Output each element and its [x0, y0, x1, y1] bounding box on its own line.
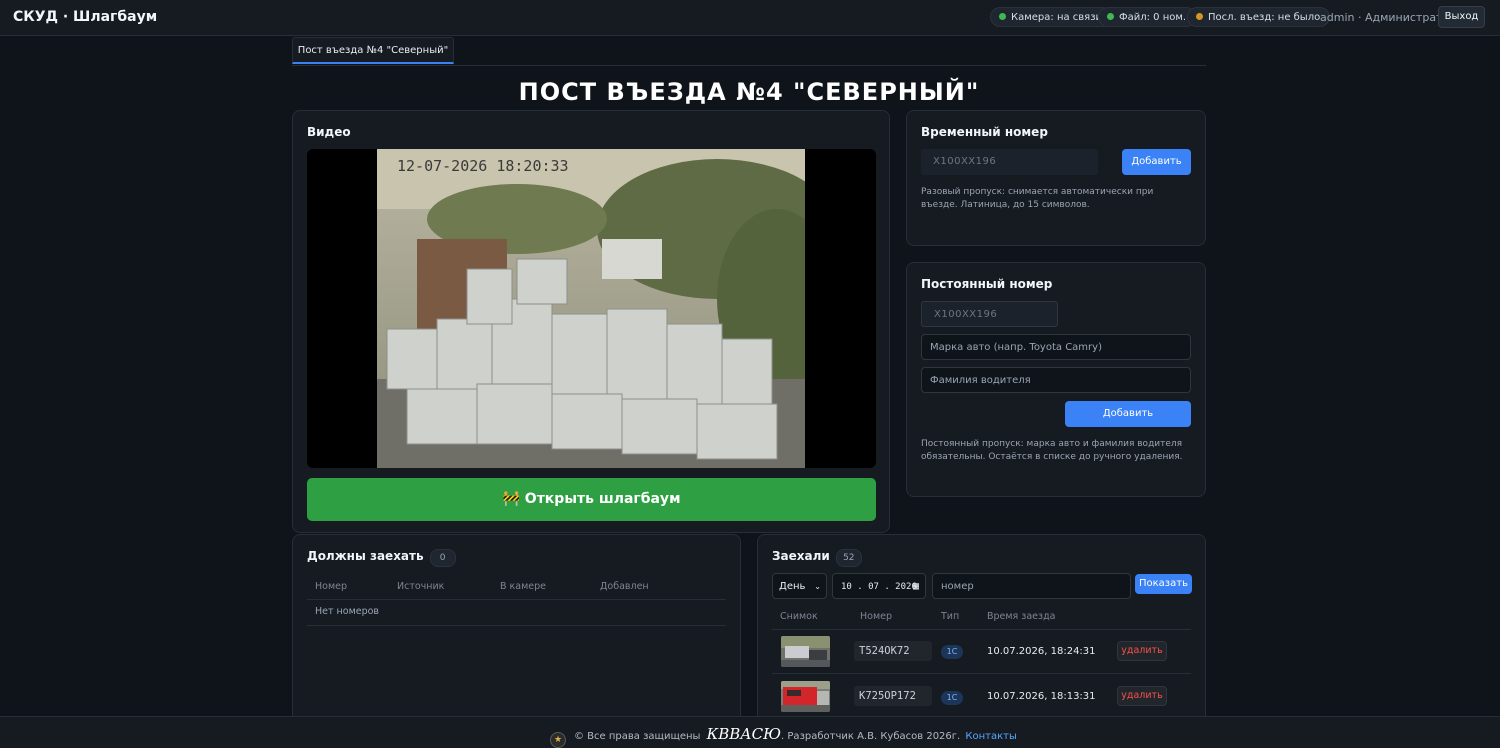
temporary-plate-hint: Разовый пропуск: снимается автоматически…	[921, 187, 1154, 210]
show-button[interactable]: Показать	[1135, 574, 1192, 594]
page-title: ПОСТ ВЪЕЗДА №4 "СЕВЕРНЫЙ"	[518, 78, 980, 106]
last-entry-status-badge: Посл. въезд: не было	[1187, 7, 1331, 27]
expected-title: Должны заехать 0	[307, 549, 456, 567]
column-header-type: Тип	[941, 611, 960, 622]
footer-rights: © Все права защищены	[574, 731, 701, 742]
file-status-badge: Файл: 0 ном.	[1098, 7, 1197, 27]
post-tabs: Пост въезда №4 "Северный"	[292, 37, 1206, 66]
expected-title-label: Должны заехать	[307, 549, 424, 563]
entered-count-badge: 52	[835, 549, 862, 567]
contacts-link[interactable]: Контакты	[965, 731, 1016, 742]
type-badge: 1C	[941, 645, 963, 659]
table-divider	[772, 673, 1191, 674]
expected-count-badge: 0	[429, 549, 456, 567]
date-input[interactable]: 10 . 07 . 2026 ▦	[832, 573, 926, 599]
table-divider	[772, 629, 1191, 630]
permanent-plate-card: Постоянный номер X100XX196 Марка авто (н…	[906, 262, 1206, 497]
entered-vehicles-card: Заехали 52 День ⌄ 10 . 07 . 2026 ▦ номер …	[757, 534, 1206, 724]
last-entry-status-label: Посл. въезд: не было	[1208, 12, 1321, 23]
status-dot-icon	[1107, 13, 1114, 20]
file-status-label: Файл: 0 ном.	[1119, 12, 1187, 23]
permanent-plate-hint: Постоянный пропуск: марка авто и фамилия…	[921, 439, 1183, 462]
expected-vehicles-card: Должны заехать 0 Номер Источник В камере …	[292, 534, 741, 724]
date-input-value: 10 . 07 . 2026	[841, 582, 917, 592]
table-divider	[307, 599, 726, 600]
entry-time: 10.07.2026, 18:24:31	[987, 646, 1096, 657]
user-label: admin · Администратор	[1320, 11, 1457, 24]
footer-logo: КВВАСЮ	[706, 725, 782, 743]
plate-search-input[interactable]: номер	[932, 573, 1131, 599]
camera-status-label: Камера: на связи	[1011, 12, 1103, 23]
temporary-plate-title: Временный номер	[921, 125, 1048, 139]
top-bar: СКУД · Шлагбаум Камера: на связи Файл: 0…	[0, 0, 1500, 36]
camera-timestamp: 12-07-2026 18:20:33	[397, 157, 569, 175]
video-player[interactable]: 12-07-2026 18:20:33	[307, 149, 876, 468]
app-title: СКУД · Шлагбаум	[13, 9, 158, 25]
chevron-down-icon: ⌄	[814, 582, 821, 591]
status-dot-icon	[999, 13, 1006, 20]
open-barrier-button[interactable]: 🚧 Открыть шлагбаум	[307, 478, 876, 521]
column-header-source: Источник	[397, 581, 445, 592]
period-select[interactable]: День ⌄	[772, 573, 827, 599]
add-temporary-plate-button[interactable]: Добавить	[1122, 149, 1191, 175]
column-header-in-camera: В камере	[500, 581, 546, 592]
temporary-plate-card: Временный номер X100XX196 Добавить Разов…	[906, 110, 1206, 246]
empty-list-message: Нет номеров	[315, 606, 380, 617]
snapshot-thumbnail[interactable]	[781, 636, 830, 667]
footer-developer: . Разработчик А.В. Кубасов 2026г.	[781, 731, 961, 742]
plate-number: T524OK72	[854, 641, 932, 661]
type-badge: 1C	[941, 691, 963, 705]
tab-post-4[interactable]: Пост въезда №4 "Северный"	[292, 37, 454, 64]
camera-status-badge: Камера: на связи	[990, 7, 1113, 27]
permanent-plate-input[interactable]: X100XX196	[921, 301, 1058, 327]
entry-time: 10.07.2026, 18:13:31	[987, 691, 1096, 702]
temporary-plate-input[interactable]: X100XX196	[921, 149, 1098, 175]
permanent-plate-title: Постоянный номер	[921, 277, 1053, 291]
column-header-plate: Номер	[860, 611, 892, 622]
camera-feed-image: 12-07-2026 18:20:33	[377, 149, 805, 468]
emblem-icon: ★	[550, 732, 566, 748]
driver-name-input[interactable]: Фамилия водителя	[921, 367, 1191, 393]
calendar-icon: ▦	[912, 581, 919, 592]
footer-content: ★ © Все права защищены КВВАСЮ. Разработчи…	[550, 725, 1017, 748]
column-header-added: Добавлен	[600, 581, 649, 592]
table-divider	[307, 625, 726, 626]
column-header-entry-time: Время заезда	[987, 611, 1056, 622]
delete-entry-button[interactable]: удалить	[1117, 686, 1167, 706]
status-dot-icon	[1196, 13, 1203, 20]
column-header-plate: Номер	[315, 581, 347, 592]
delete-entry-button[interactable]: удалить	[1117, 641, 1167, 661]
plate-number: K725OP172	[854, 686, 932, 706]
entered-title: Заехали 52	[772, 549, 862, 567]
column-header-snapshot: Снимок	[780, 611, 818, 622]
period-select-label: День	[779, 581, 806, 592]
logout-button[interactable]: Выход	[1438, 6, 1485, 28]
add-permanent-plate-button[interactable]: Добавить	[1065, 401, 1191, 427]
entered-title-label: Заехали	[772, 549, 830, 563]
footer: ★ © Все права защищены КВВАСЮ. Разработчи…	[0, 716, 1500, 748]
snapshot-thumbnail[interactable]	[781, 681, 830, 712]
video-card: Видео 12-07-2026 18:20:33 🚧 Открыть шлаг…	[292, 110, 890, 533]
car-brand-input[interactable]: Марка авто (напр. Toyota Camry)	[921, 334, 1191, 360]
video-title: Видео	[307, 125, 351, 139]
